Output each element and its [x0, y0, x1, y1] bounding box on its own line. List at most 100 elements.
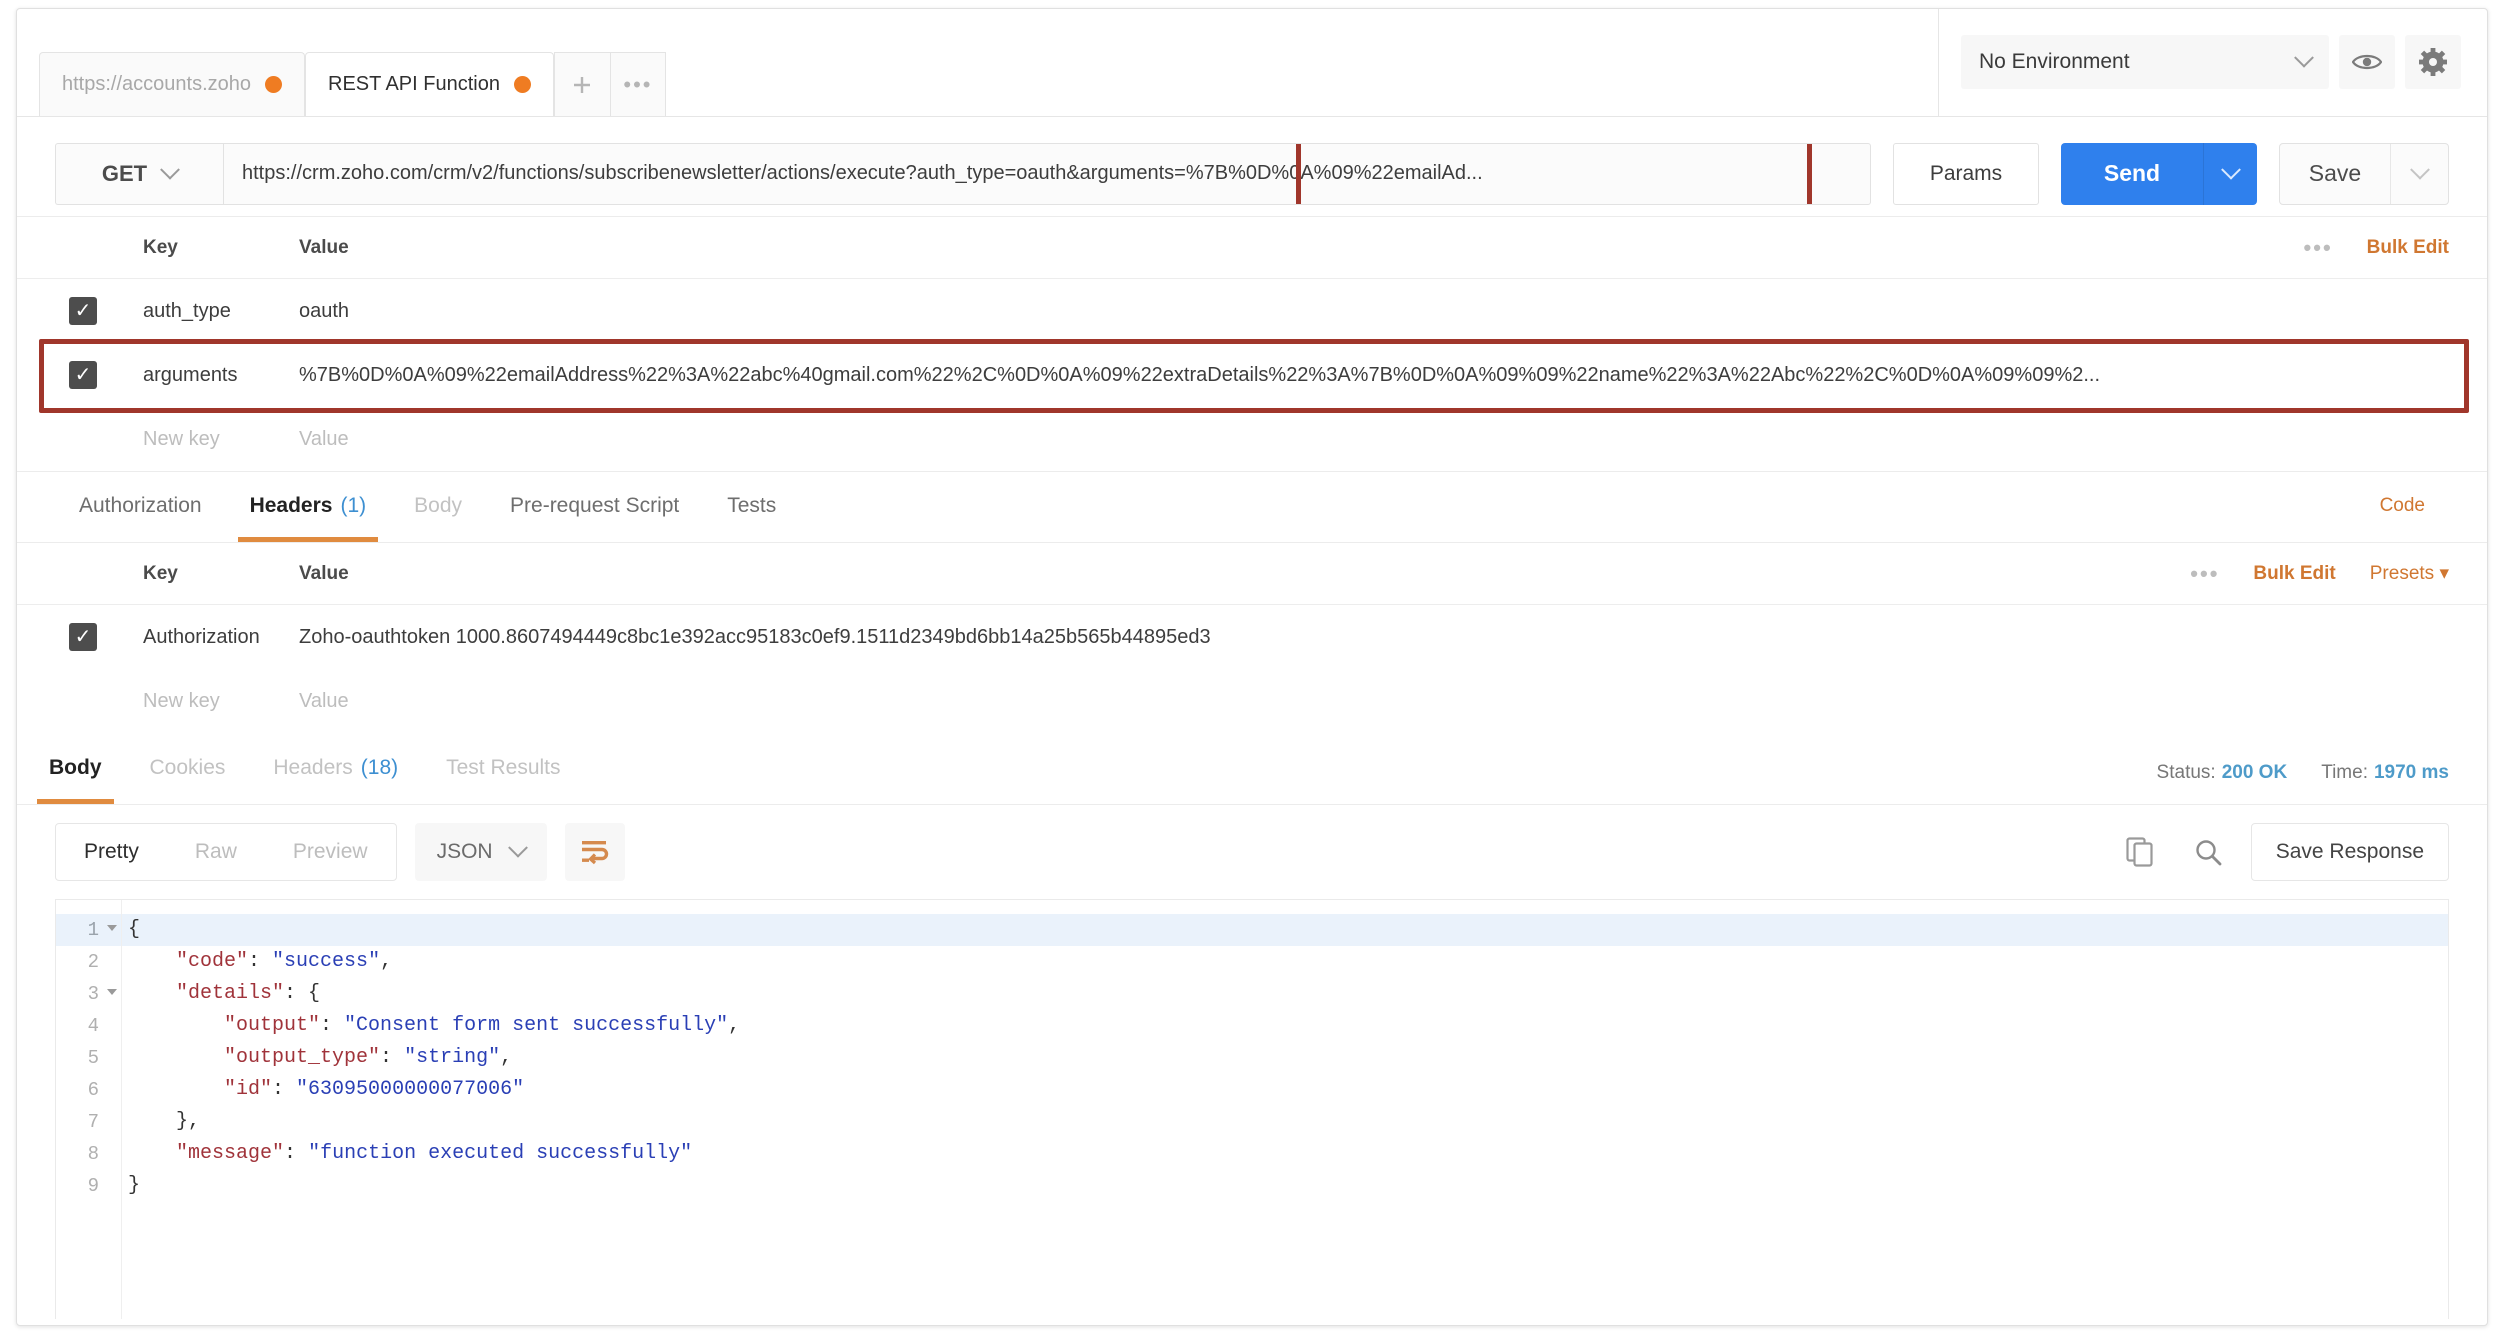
- code-line: "id": "63095000000077006": [122, 1074, 2448, 1106]
- request-headers-table: Key Value ••• Bulk Edit Presets ▾ ✓ Auth…: [17, 543, 2487, 733]
- code-link[interactable]: Code: [2356, 470, 2449, 542]
- request-tab-accounts[interactable]: https://accounts.zoho: [39, 52, 306, 116]
- code-token-pun: :: [284, 1142, 309, 1165]
- line-number-gutter: 1 2 3 4 5 6 7 8 9: [56, 900, 122, 1319]
- view-mode-raw[interactable]: Raw: [167, 824, 265, 880]
- headers-bulk-edit-button[interactable]: Bulk Edit: [2253, 563, 2335, 585]
- response-json-code[interactable]: { "code": "success", "details": { "outpu…: [122, 900, 2448, 1319]
- search-button[interactable]: [2183, 827, 2233, 877]
- code-line: },: [122, 1106, 2448, 1138]
- http-method-selector[interactable]: GET: [55, 142, 223, 205]
- table-row[interactable]: ✓ Authorization Zoho-oauthtoken 1000.860…: [17, 605, 2487, 669]
- environment-zone: No Environment: [1938, 9, 2487, 116]
- line-number: 6: [87, 1079, 99, 1101]
- ellipsis-icon[interactable]: •••: [2190, 562, 2219, 584]
- chevron-down-icon: [160, 159, 181, 180]
- row-checkbox[interactable]: ✓: [69, 361, 97, 389]
- table-row[interactable]: ✓ arguments %7B%0D%0A%09%22emailAddress%…: [17, 339, 2487, 413]
- header-value[interactable]: Zoho-oauthtoken 1000.8607494449c8bc1e392…: [299, 626, 2487, 649]
- request-tab-label: REST API Function: [328, 73, 500, 95]
- code-line: "output": "Consent form sent successfull…: [122, 1010, 2448, 1042]
- code-token-pun: ,: [380, 950, 393, 973]
- tab-label: Pre-request Script: [510, 494, 680, 517]
- code-token-str: "string": [404, 1046, 501, 1069]
- view-mode-pretty[interactable]: Pretty: [56, 824, 167, 880]
- code-token-pun: }: [128, 1174, 141, 1197]
- params-bulk-edit-button[interactable]: Bulk Edit: [2367, 237, 2449, 259]
- save-button-group: Save: [2279, 142, 2449, 205]
- tabs-more-button[interactable]: •••: [609, 52, 666, 116]
- params-toggle-button[interactable]: Params: [1893, 142, 2039, 205]
- row-checkbox[interactable]: ✓: [69, 623, 97, 651]
- param-value[interactable]: oauth: [299, 300, 2487, 323]
- new-param-value-input[interactable]: Value: [299, 428, 2487, 451]
- request-url-input[interactable]: https://crm.zoho.com/crm/v2/functions/su…: [223, 142, 1871, 205]
- param-value[interactable]: %7B%0D%0A%09%22emailAddress%22%3A%22abc%…: [299, 364, 2487, 387]
- chevron-down-icon: [507, 837, 528, 858]
- line-number: 4: [87, 1015, 99, 1037]
- table-row[interactable]: ✓ auth_type oauth: [17, 279, 2487, 343]
- tab-tests[interactable]: Tests: [703, 470, 800, 542]
- code-link-label: Code: [2379, 495, 2425, 516]
- param-key[interactable]: arguments: [121, 364, 299, 387]
- environment-quick-look-button[interactable]: [2339, 35, 2395, 89]
- tab-headers[interactable]: Headers (1): [226, 470, 391, 542]
- tab-label: Test Results: [446, 756, 561, 779]
- line-number: 9: [87, 1175, 99, 1197]
- code-token-key: "output": [224, 1014, 321, 1037]
- code-line: "details": {: [122, 978, 2448, 1010]
- fold-triangle-icon[interactable]: [107, 989, 117, 995]
- code-line: }: [122, 1170, 2448, 1202]
- new-tab-button[interactable]: [553, 52, 610, 116]
- tab-body[interactable]: Body: [390, 470, 486, 542]
- copy-button[interactable]: [2115, 827, 2165, 877]
- new-header-value-input[interactable]: Value: [299, 690, 2487, 713]
- new-param-key-input[interactable]: New key: [121, 428, 299, 451]
- word-wrap-button[interactable]: [564, 823, 625, 881]
- tab-label: Tests: [727, 494, 777, 517]
- new-header-row[interactable]: New key Value: [17, 669, 2487, 733]
- send-options-button[interactable]: [2203, 142, 2257, 205]
- response-tab-body[interactable]: Body: [25, 732, 126, 804]
- settings-button[interactable]: [2405, 35, 2461, 89]
- row-checkbox-cell: ✓: [69, 623, 121, 651]
- response-tab-test-results[interactable]: Test Results: [422, 732, 584, 804]
- save-response-button[interactable]: Save Response: [2250, 823, 2449, 881]
- code-token-str: "63095000000077006": [296, 1078, 525, 1101]
- response-section-tabs: Body Cookies Headers (18) Test Results S…: [17, 733, 2487, 805]
- ellipsis-icon[interactable]: •••: [2304, 236, 2333, 258]
- headers-presets-button[interactable]: Presets ▾: [2370, 562, 2449, 585]
- unsaved-dot-icon: [265, 76, 283, 93]
- row-checkbox[interactable]: ✓: [69, 297, 97, 325]
- code-line: {: [122, 914, 2448, 946]
- tab-pre-request-script[interactable]: Pre-request Script: [486, 470, 703, 542]
- line-number: 3: [56, 978, 121, 1010]
- response-body-viewer[interactable]: 1 2 3 4 5 6 7 8 9 { "code": "success", "details"…: [55, 899, 2449, 1319]
- view-mode-preview[interactable]: Preview: [265, 824, 396, 880]
- save-options-button[interactable]: [2390, 143, 2448, 204]
- postman-window: https://accounts.zoho REST API Function …: [16, 8, 2488, 1326]
- request-url-text: https://crm.zoho.com/crm/v2/functions/su…: [242, 162, 1483, 184]
- headers-header-row: Key Value ••• Bulk Edit Presets ▾: [17, 543, 2487, 605]
- param-key[interactable]: auth_type: [121, 300, 299, 323]
- new-header-key-input[interactable]: New key: [121, 690, 299, 713]
- request-tab-rest-api-function[interactable]: REST API Function: [305, 52, 554, 116]
- response-format-selector[interactable]: JSON: [414, 823, 547, 881]
- header-key[interactable]: Authorization: [121, 626, 299, 649]
- new-param-row[interactable]: New key Value: [17, 407, 2487, 471]
- view-mode-label: Raw: [194, 840, 237, 863]
- response-format-label: JSON: [436, 840, 493, 863]
- send-button[interactable]: Send: [2061, 142, 2203, 205]
- response-tab-headers[interactable]: Headers (18): [249, 732, 422, 804]
- save-button[interactable]: Save: [2280, 144, 2390, 204]
- value-column-header: Value: [299, 562, 349, 584]
- fold-triangle-icon[interactable]: [107, 925, 117, 931]
- code-token-pun: ,: [728, 1014, 741, 1037]
- query-params-table: Key Value ••• Bulk Edit ✓ auth_type oaut…: [17, 217, 2487, 471]
- response-tab-cookies[interactable]: Cookies: [126, 732, 250, 804]
- tab-authorization[interactable]: Authorization: [55, 470, 226, 542]
- send-button-group: Send: [2061, 142, 2257, 205]
- code-token-pun: :: [272, 1078, 297, 1101]
- chevron-down-icon: [2409, 159, 2430, 180]
- environment-selector[interactable]: No Environment: [1961, 35, 2329, 89]
